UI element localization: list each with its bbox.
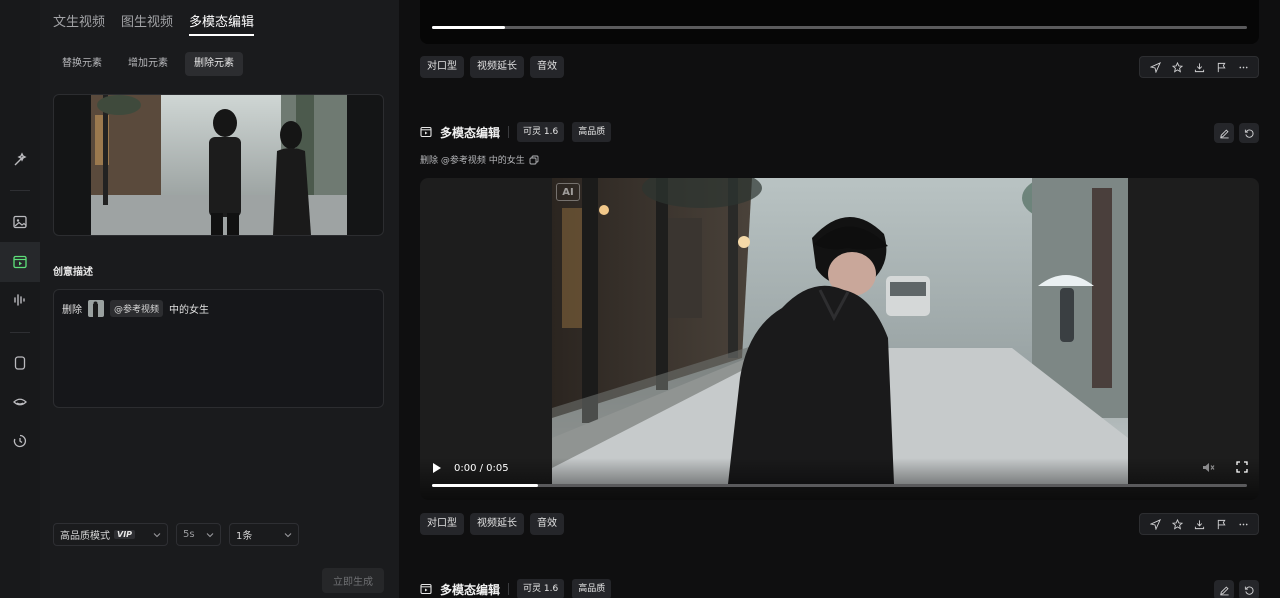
generation-settings: 高品质模式 VIP 5s 1条 [53, 523, 299, 546]
next-card-header: 多模态编辑 可灵 1.6 高品质 [420, 579, 612, 598]
edit-button[interactable] [1214, 123, 1234, 143]
chevron-down-icon [284, 532, 292, 537]
send-icon[interactable] [1149, 61, 1161, 73]
left-panel: 文生视频 图生视频 多模态编辑 替换元素 增加元素 删除元素 创意描述 删除 @… [40, 0, 399, 598]
send-icon[interactable] [1149, 518, 1161, 530]
count-value: 1条 [236, 531, 253, 542]
multimodal-edit-icon [420, 583, 432, 595]
ai-watermark: AI [556, 183, 580, 201]
rail-item-history[interactable] [0, 421, 40, 461]
lip-sync-button[interactable]: 对口型 [420, 56, 464, 78]
generate-button[interactable]: 立即生成 [322, 568, 384, 593]
flag-icon[interactable] [1216, 519, 1227, 530]
count-select[interactable]: 1条 [229, 523, 299, 546]
vip-badge: VIP [114, 530, 136, 539]
muted-icon[interactable] [1202, 461, 1215, 474]
video-time: 0:00 / 0:05 [454, 463, 509, 474]
rail-item-image[interactable] [0, 202, 40, 242]
star-icon[interactable] [1171, 61, 1183, 73]
download-icon[interactable] [1194, 62, 1205, 73]
pencil-icon [1219, 585, 1229, 595]
reference-mini-thumbnail [88, 300, 104, 317]
next-quality-pill: 高品质 [572, 579, 612, 598]
sound-effect-button[interactable]: 音效 [530, 56, 564, 78]
creative-description-title: 创意描述 [53, 267, 93, 278]
reference-video-thumbnail [91, 95, 347, 235]
regenerate-button[interactable] [1239, 123, 1259, 143]
multimodal-edit-icon [420, 126, 432, 138]
tab-text-to-video[interactable]: 文生视频 [53, 14, 105, 36]
rail-item-video[interactable] [0, 242, 40, 282]
quality-pill: 高品质 [572, 122, 612, 142]
result-video-progress[interactable] [432, 484, 1247, 487]
star-icon[interactable] [1171, 518, 1183, 530]
subtab-replace-element[interactable]: 替换元素 [53, 52, 111, 76]
download-icon[interactable] [1194, 519, 1205, 530]
result-video-actions: 对口型 视频延长 音效 [420, 513, 564, 535]
image-icon [13, 215, 27, 229]
previous-video-progress[interactable] [432, 26, 1247, 29]
extend-video-button[interactable]: 视频延长 [470, 56, 524, 78]
reference-video-tag[interactable]: @参考视频 [110, 300, 164, 317]
rail-item-audio[interactable] [0, 280, 40, 320]
refresh-icon [1244, 586, 1254, 595]
history-icon [13, 434, 27, 448]
subtab-add-element[interactable]: 增加元素 [119, 52, 177, 76]
copy-icon[interactable] [529, 155, 539, 165]
video-icon [13, 255, 27, 269]
result-video-icon-toolbar [1139, 513, 1259, 535]
mode-tabs: 文生视频 图生视频 多模态编辑 [53, 14, 255, 36]
result-card-header: 多模态编辑 可灵 1.6 高品质 [420, 122, 612, 142]
subtab-delete-element[interactable]: 删除元素 [185, 52, 243, 76]
tab-image-to-video[interactable]: 图生视频 [121, 14, 173, 36]
duration-value: 5s [183, 529, 195, 540]
reference-video-box[interactable] [53, 94, 384, 236]
chevron-down-icon [206, 532, 214, 537]
rail-item-eye[interactable] [0, 382, 40, 422]
eye-icon [13, 398, 27, 406]
next-edit-button[interactable] [1214, 580, 1234, 598]
previous-video-actions: 对口型 视频延长 音效 [420, 56, 564, 78]
play-icon[interactable] [432, 462, 442, 474]
prompt-textarea[interactable]: 删除 @参考视频 中的女生 [53, 289, 384, 408]
left-icon-rail [0, 0, 40, 598]
edit-subtabs: 替换元素 增加元素 删除元素 [53, 52, 243, 76]
card-description: 删除 @参考视频 中的女生 [420, 153, 539, 166]
flag-icon[interactable] [1216, 62, 1227, 73]
video-controls [420, 458, 1259, 500]
refresh-icon [1244, 129, 1254, 138]
fullscreen-icon[interactable] [1236, 461, 1248, 473]
prompt-content: 删除 @参考视频 中的女生 [62, 300, 209, 317]
tab-multimodal-edit[interactable]: 多模态编辑 [189, 14, 255, 36]
next-card-title: 多模态编辑 [440, 582, 501, 597]
more-icon[interactable] [1238, 62, 1249, 73]
sound-effect-button[interactable]: 音效 [530, 513, 564, 535]
results-feed: 对口型 视频延长 音效 多模态编辑 可灵 1.6 高品质 删除 @参考视频 中的… [399, 0, 1280, 598]
quality-mode-select[interactable]: 高品质模式 VIP [53, 523, 168, 546]
magic-wand-icon [14, 152, 27, 166]
card-description-text: 删除 @参考视频 中的女生 [420, 156, 525, 166]
previous-video-icon-toolbar [1139, 56, 1259, 78]
model-pill: 可灵 1.6 [517, 122, 565, 142]
previous-video-player[interactable] [420, 0, 1259, 44]
result-video-player[interactable]: AI 0:00 / 0:05 [420, 178, 1259, 500]
prompt-prefix: 删除 [62, 305, 82, 316]
lip-sync-button[interactable]: 对口型 [420, 513, 464, 535]
next-regenerate-button[interactable] [1239, 580, 1259, 598]
next-model-pill: 可灵 1.6 [517, 579, 565, 598]
pencil-icon [1219, 128, 1229, 138]
more-icon[interactable] [1238, 519, 1249, 530]
frame-icon [14, 356, 26, 370]
app-root: 文生视频 图生视频 多模态编辑 替换元素 增加元素 删除元素 创意描述 删除 @… [0, 0, 1280, 598]
prompt-suffix: 中的女生 [169, 305, 210, 316]
extend-video-button[interactable]: 视频延长 [470, 513, 524, 535]
card-title: 多模态编辑 [440, 125, 501, 140]
chevron-down-icon [153, 532, 161, 537]
rail-item-magic[interactable] [0, 140, 40, 180]
result-video-frame [552, 178, 1128, 484]
rail-item-frame[interactable] [0, 343, 40, 383]
duration-select[interactable]: 5s [176, 523, 221, 546]
quality-mode-value: 高品质模式 [60, 531, 110, 542]
audio-wave-icon [14, 294, 25, 306]
